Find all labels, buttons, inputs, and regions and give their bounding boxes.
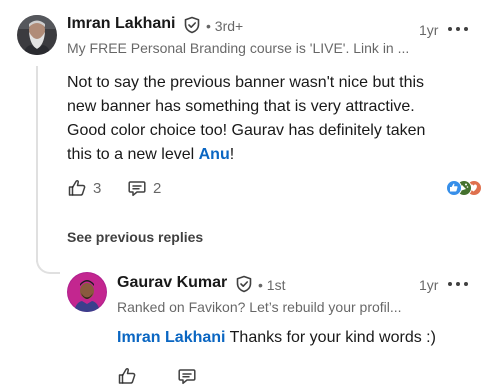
comment-text-line-4-suffix: ! <box>229 146 235 163</box>
comment-text-line-2: new banner has something that is very at… <box>67 98 415 115</box>
reaction-summary[interactable] <box>446 180 482 196</box>
thumbs-up-icon <box>68 180 86 196</box>
comment-text-line-3: Good color choice too! Gaurav has defini… <box>67 122 426 139</box>
imran-avatar[interactable] <box>17 15 57 55</box>
reply-text-body: Thanks for your kind words :) <box>225 329 436 346</box>
reply-reply-button[interactable] <box>177 366 197 386</box>
comment-author-name[interactable]: Imran Lakhani <box>67 15 175 33</box>
thread-connector-curve <box>36 250 60 274</box>
mention-link-imran-lakhani[interactable]: Imran Lakhani <box>117 329 225 346</box>
comment-reply-button[interactable]: 2 <box>127 178 161 198</box>
see-previous-replies-link[interactable]: See previous replies <box>67 229 203 245</box>
reply-like-button[interactable] <box>117 366 137 386</box>
thumbs-up-icon <box>118 368 136 384</box>
comment-like-button[interactable]: 3 <box>67 178 101 198</box>
reply-author-headline: Ranked on Favikon? Let’s rebuild your pr… <box>117 299 402 315</box>
comment-reply-count: 2 <box>153 179 162 197</box>
thread-connector-line <box>36 66 38 262</box>
reply-author-name[interactable]: Gaurav Kumar <box>117 274 227 292</box>
comment-author-headline: My FREE Personal Branding course is 'LIV… <box>67 40 410 56</box>
mention-link-anu[interactable]: Anu <box>199 146 230 163</box>
reply-connection-degree: • 1st <box>258 277 286 293</box>
comment-text-line-1: Not to say the previous banner wasn't ni… <box>67 74 425 91</box>
reply-timestamp: 1yr <box>419 277 439 293</box>
comment-like-count: 3 <box>93 179 102 197</box>
comment-more-options-icon[interactable] <box>448 22 468 36</box>
comment-text-line-4-prefix: this to a new level <box>67 146 199 163</box>
speech-bubble-icon <box>178 369 196 385</box>
comment-text-line-4: this to a new level Anu! <box>67 143 234 167</box>
comment-connection-degree: • 3rd+ <box>206 18 244 34</box>
reply-text: Imran Lakhani Thanks for your kind words… <box>117 326 436 350</box>
verified-shield-icon <box>236 275 252 293</box>
verified-shield-icon <box>184 16 200 34</box>
comment-timestamp: 1yr <box>419 22 439 38</box>
like-reaction-icon <box>446 180 462 196</box>
speech-bubble-icon <box>128 181 146 197</box>
reply-more-options-icon[interactable] <box>448 277 468 291</box>
gaurav-avatar[interactable] <box>67 272 107 312</box>
